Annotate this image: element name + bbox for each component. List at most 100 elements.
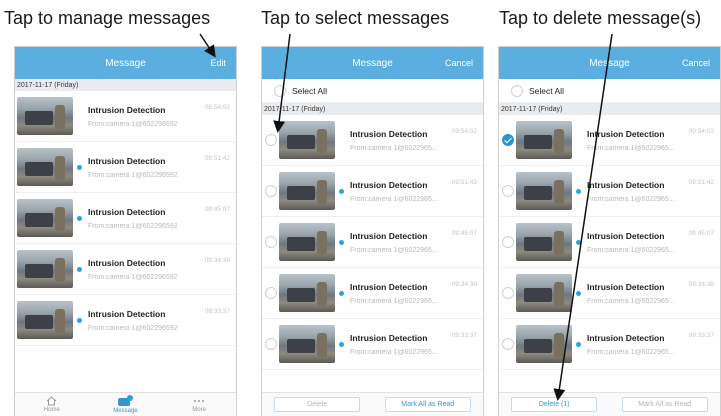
message-time: 09:33:37 — [204, 308, 230, 315]
select-checkbox[interactable] — [265, 185, 277, 197]
select-checkbox[interactable] — [502, 287, 514, 299]
delete-button[interactable]: Delete — [274, 397, 361, 412]
mark-all-read-button[interactable]: Mark All as Read — [384, 397, 471, 412]
select-all-row[interactable]: Select All — [262, 79, 483, 103]
message-source: From:camera 1@6022965​92 — [88, 120, 178, 128]
message-row[interactable]: Intrusion Detection From:camera 1@6022965… — [499, 319, 720, 370]
unread-dot-icon — [339, 188, 344, 194]
message-time: 09:54:02 — [688, 128, 714, 135]
select-checkbox[interactable] — [265, 287, 277, 299]
cancel-button[interactable]: Cancel — [445, 47, 473, 79]
message-row[interactable]: Intrusion Detection From:camera 1@6022965… — [262, 115, 483, 166]
date-header: 2017-11-17 (Friday) — [15, 79, 236, 91]
snapshot-thumbnail — [17, 97, 73, 135]
message-row[interactable]: Intrusion Detection From:camera 1@6022965… — [262, 319, 483, 370]
message-source: From:camera 1@6022965... — [587, 246, 675, 254]
snapshot-thumbnail — [516, 172, 572, 210]
message-time: 09:51:43 — [451, 179, 477, 186]
tab-home[interactable]: Home — [32, 396, 72, 413]
tab-more[interactable]: More — [179, 396, 219, 413]
snapshot-thumbnail — [279, 223, 335, 261]
home-icon — [46, 396, 57, 406]
cancel-button[interactable]: Cancel — [682, 47, 710, 79]
message-row[interactable]: Intrusion Detection From:camera 1@6022965… — [15, 295, 236, 346]
snapshot-thumbnail — [17, 199, 73, 237]
message-source: From:camera 1@6022965... — [587, 348, 675, 356]
caption-delete: Tap to delete message(s) — [499, 8, 702, 28]
tab-message-label: Message — [113, 408, 138, 414]
message-source: From:camera 1@602296592 — [88, 324, 178, 332]
message-time: 09:51:42 — [688, 179, 714, 186]
unread-dot-icon — [576, 239, 581, 245]
message-source: From:camera 1@602296592 — [88, 273, 178, 281]
header-bar: Message Cancel — [262, 47, 483, 79]
message-source: From:camera 1@6022965... — [350, 144, 438, 152]
snapshot-thumbnail — [17, 250, 73, 288]
message-time: 09:45:07 — [688, 230, 714, 237]
message-list: Intrusion Detection From:camera 1@6022965… — [15, 91, 236, 346]
message-time: 09:34:38 — [451, 281, 477, 288]
action-bar: Delete (1) Mark All as Read — [499, 392, 720, 416]
select-all-label: Select All — [529, 85, 564, 96]
message-time: 09:54:02 — [451, 128, 477, 135]
message-time: 09:45:07 — [451, 230, 477, 237]
tab-more-label: More — [192, 407, 206, 413]
unread-dot-icon — [77, 266, 82, 272]
page-title: Message — [352, 57, 393, 69]
select-all-radio[interactable] — [274, 84, 286, 97]
snapshot-thumbnail — [279, 325, 335, 363]
select-checkbox[interactable] — [265, 134, 277, 146]
delete-button[interactable]: Delete (1) — [511, 397, 598, 412]
message-row[interactable]: Intrusion Detection From:camera 1@6022965… — [499, 268, 720, 319]
select-all-radio[interactable] — [511, 84, 523, 97]
unread-dot-icon — [339, 290, 344, 296]
page-title: Message — [589, 57, 630, 69]
date-header: 2017-11-17 (Friday) — [499, 103, 720, 115]
message-row[interactable]: Intrusion Detection From:camera 1@6022965… — [15, 244, 236, 295]
header-bar: Message Edit — [15, 47, 236, 79]
phone-screen-delete: Message Cancel Select All 2017-11-17 (Fr… — [498, 46, 721, 416]
message-time: 09:34:38 — [688, 281, 714, 288]
message-row[interactable]: Intrusion Detection From:camera 1@6022965… — [499, 166, 720, 217]
message-time: 09:54:02 — [204, 104, 230, 111]
mark-all-read-button[interactable]: Mark All as Read — [621, 397, 708, 412]
message-row[interactable]: Intrusion Detection From:camera 1@6022965… — [262, 268, 483, 319]
message-row[interactable]: Intrusion Detection From:camera 1@6022965… — [15, 91, 236, 142]
unread-dot-icon — [576, 290, 581, 296]
select-checkbox[interactable] — [502, 338, 514, 350]
select-checkbox[interactable] — [265, 338, 277, 350]
message-row[interactable]: Intrusion Detection From:camera 1@6022965… — [499, 217, 720, 268]
select-checkbox[interactable] — [502, 236, 514, 248]
message-time: 09:51:42 — [204, 155, 230, 162]
edit-button[interactable]: Edit — [210, 47, 226, 79]
snapshot-thumbnail — [516, 223, 572, 261]
snapshot-thumbnail — [516, 121, 572, 159]
message-time: 09:45:07 — [204, 206, 230, 213]
select-all-row[interactable]: Select All — [499, 79, 720, 103]
unread-dot-icon — [77, 164, 82, 170]
tab-message[interactable]: Message — [105, 395, 145, 414]
message-time: 09:34:38 — [204, 257, 230, 264]
snapshot-thumbnail — [279, 172, 335, 210]
snapshot-thumbnail — [516, 325, 572, 363]
message-row[interactable]: Intrusion Detection From:camera 1@6022965… — [262, 166, 483, 217]
message-source: From:camera 1@6022965... — [587, 144, 675, 152]
select-checkbox[interactable] — [502, 185, 514, 197]
message-source: From:camera 1@6022965... — [350, 246, 438, 254]
message-source: From:camera 1@602296592 — [88, 171, 178, 179]
message-row[interactable]: Intrusion Detection From:camera 1@6022965… — [15, 142, 236, 193]
unread-dot-icon — [576, 188, 581, 194]
select-checkbox[interactable] — [265, 236, 277, 248]
unread-dot-icon — [77, 317, 82, 323]
message-source: From:camera 1@6022965... — [350, 195, 438, 203]
unread-dot-icon — [77, 215, 82, 221]
message-row[interactable]: Intrusion Detection From:camera 1@6022965… — [15, 193, 236, 244]
message-time: 09:33:37 — [451, 332, 477, 339]
message-row[interactable]: Intrusion Detection From:camera 1@6022965… — [262, 217, 483, 268]
select-checkbox[interactable] — [502, 134, 514, 146]
snapshot-thumbnail — [279, 274, 335, 312]
message-row[interactable]: Intrusion Detection From:camera 1@6022965… — [499, 115, 720, 166]
date-header: 2017-11-17 (Friday) — [262, 103, 483, 115]
snapshot-thumbnail — [17, 301, 73, 339]
snapshot-thumbnail — [279, 121, 335, 159]
